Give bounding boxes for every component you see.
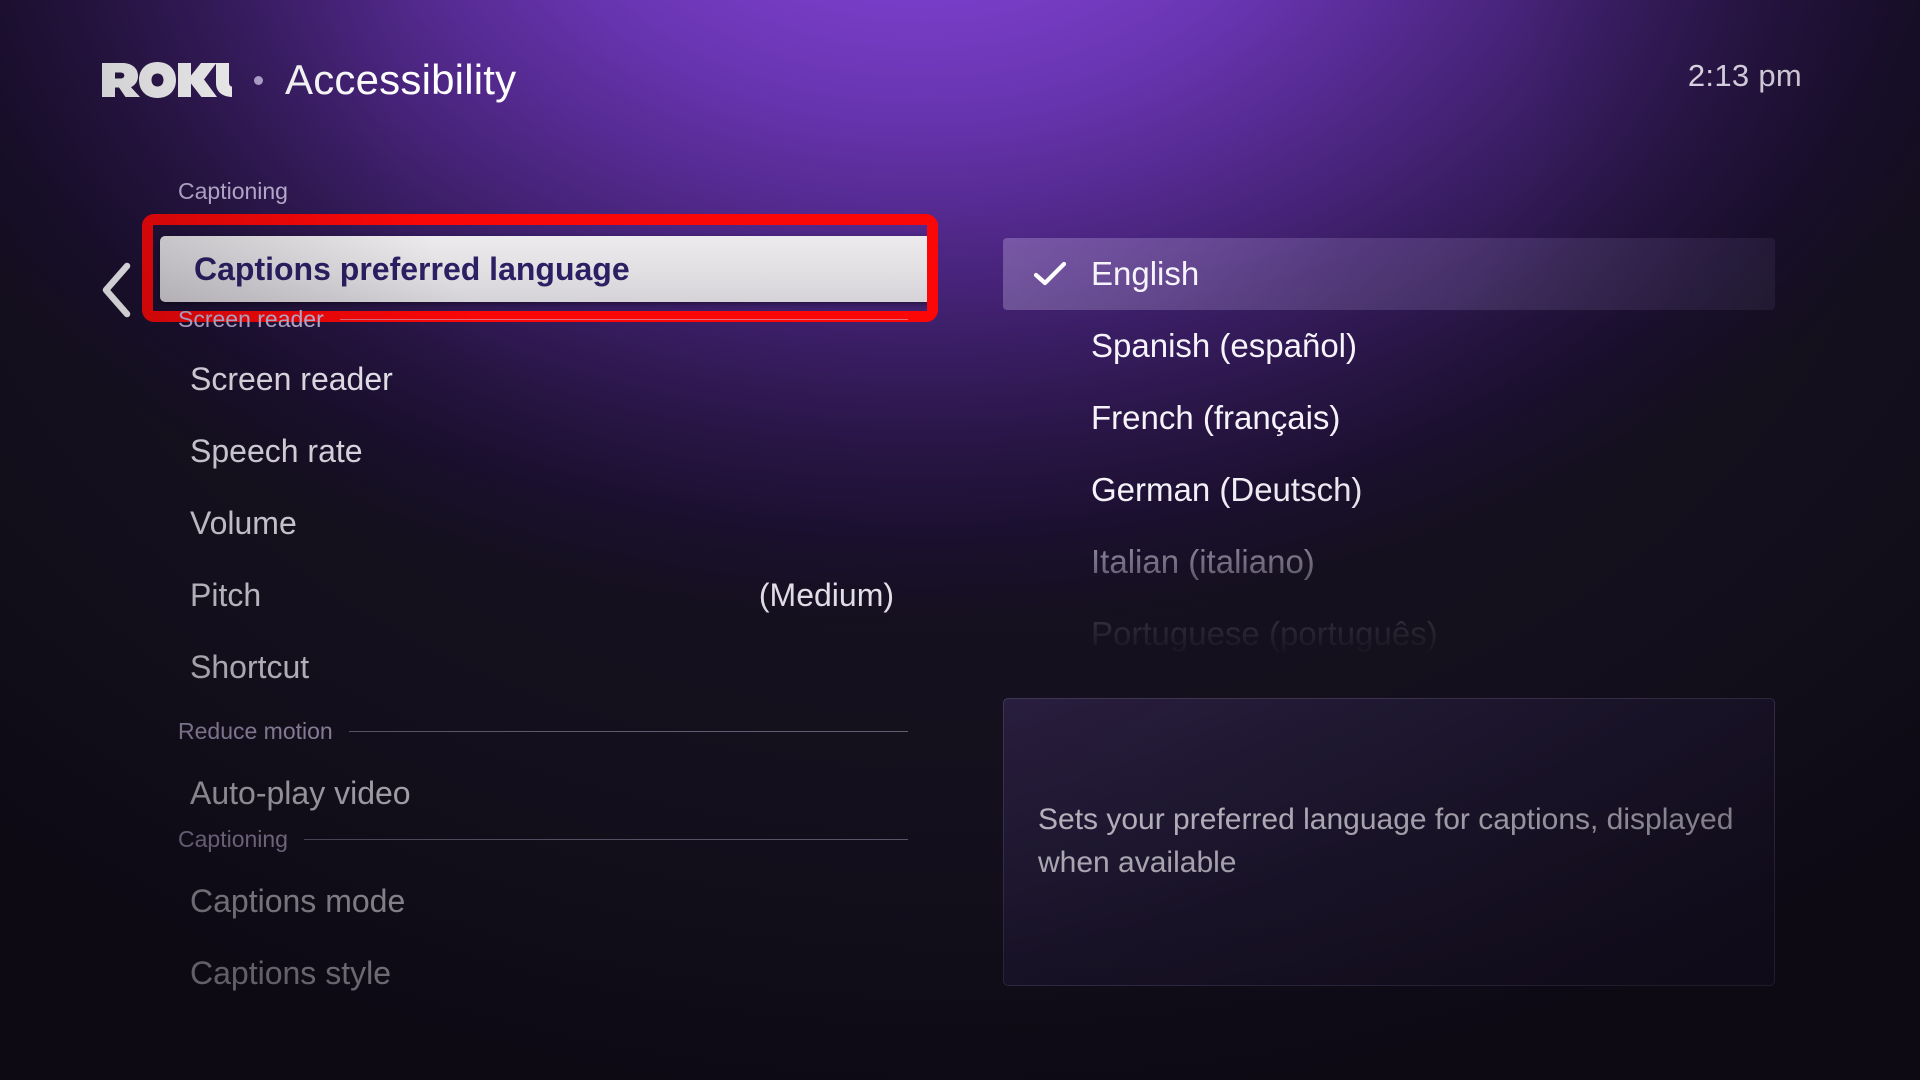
section-label-text: Reduce motion: [178, 718, 333, 744]
language-label: Italian (italiano): [1091, 543, 1315, 580]
chevron-left-icon[interactable]: [98, 260, 138, 320]
roku-settings-screen: Accessibility 2:13 pm Captioning Caption…: [0, 0, 1920, 1080]
menu-section-label-captioning-top: Captioning: [178, 178, 908, 205]
language-option-portuguese[interactable]: Portuguese (português): [1003, 598, 1775, 658]
menu-item-label: Captions preferred language: [194, 250, 630, 287]
language-label: German (Deutsch): [1091, 471, 1363, 508]
section-label-text: Captioning: [178, 826, 288, 852]
language-list: English Spanish (español) French (frança…: [1003, 238, 1775, 658]
menu-section-label-screen-reader: Screen reader: [178, 306, 908, 333]
menu-item-captions-mode[interactable]: Captions mode: [190, 878, 910, 924]
language-option-german[interactable]: German (Deutsch): [1003, 454, 1775, 526]
language-label: French (français): [1091, 399, 1341, 436]
language-label: Spanish (español): [1091, 327, 1357, 364]
language-option-english[interactable]: English: [1003, 238, 1775, 310]
section-label-text: Captioning: [178, 178, 288, 204]
menu-item-label: Screen reader: [190, 360, 393, 397]
menu-item-label: Volume: [190, 504, 297, 541]
menu-item-volume[interactable]: Volume: [190, 500, 910, 546]
menu-item-shortcut[interactable]: Shortcut: [190, 644, 910, 690]
menu-item-label: Captions mode: [190, 882, 406, 919]
menu-item-label: Shortcut: [190, 648, 310, 685]
language-label: Portuguese (português): [1091, 615, 1438, 652]
language-label: English: [1091, 255, 1200, 292]
language-options-pane: English Spanish (español) French (frança…: [1003, 238, 1793, 1078]
menu-item-captions-style[interactable]: Captions style: [190, 950, 910, 996]
section-divider: [339, 319, 908, 320]
section-divider: [303, 839, 908, 840]
menu-item-label: Captions style: [190, 954, 391, 991]
language-option-spanish[interactable]: Spanish (español): [1003, 310, 1775, 382]
language-option-french[interactable]: French (français): [1003, 382, 1775, 454]
dot-separator-icon: [254, 75, 263, 85]
section-divider: [348, 731, 908, 732]
menu-section-label-captioning: Captioning: [178, 826, 908, 853]
clock: 2:13 pm: [1687, 58, 1802, 93]
menu-section-label-reduce-motion: Reduce motion: [178, 718, 908, 745]
menu-item-value: (Medium): [758, 576, 894, 613]
menu-item-label: Pitch: [190, 576, 262, 613]
menu-item-pitch[interactable]: Pitch (Medium): [190, 572, 910, 618]
roku-logo: [100, 61, 232, 99]
menu-item-speech-rate[interactable]: Speech rate: [190, 428, 910, 474]
checkmark-icon: [1033, 261, 1077, 287]
menu-item-label: Auto-play video: [190, 774, 411, 811]
page-title: Accessibility: [285, 56, 517, 103]
settings-menu: Captioning Captions preferred language S…: [0, 178, 960, 1080]
section-label-text: Screen reader: [178, 306, 324, 332]
description-panel: Sets your preferred language for caption…: [1003, 698, 1775, 986]
menu-item-captions-preferred-language[interactable]: Captions preferred language: [160, 236, 932, 302]
description-text: Sets your preferred language for caption…: [1038, 803, 1734, 879]
menu-item-screen-reader[interactable]: Screen reader: [190, 356, 910, 402]
app-header: Accessibility 2:13 pm: [0, 44, 1920, 116]
breadcrumb: Accessibility: [100, 44, 516, 116]
menu-item-auto-play-video[interactable]: Auto-play video: [190, 770, 910, 816]
language-option-italian[interactable]: Italian (italiano): [1003, 526, 1775, 598]
menu-item-label: Speech rate: [190, 432, 363, 469]
